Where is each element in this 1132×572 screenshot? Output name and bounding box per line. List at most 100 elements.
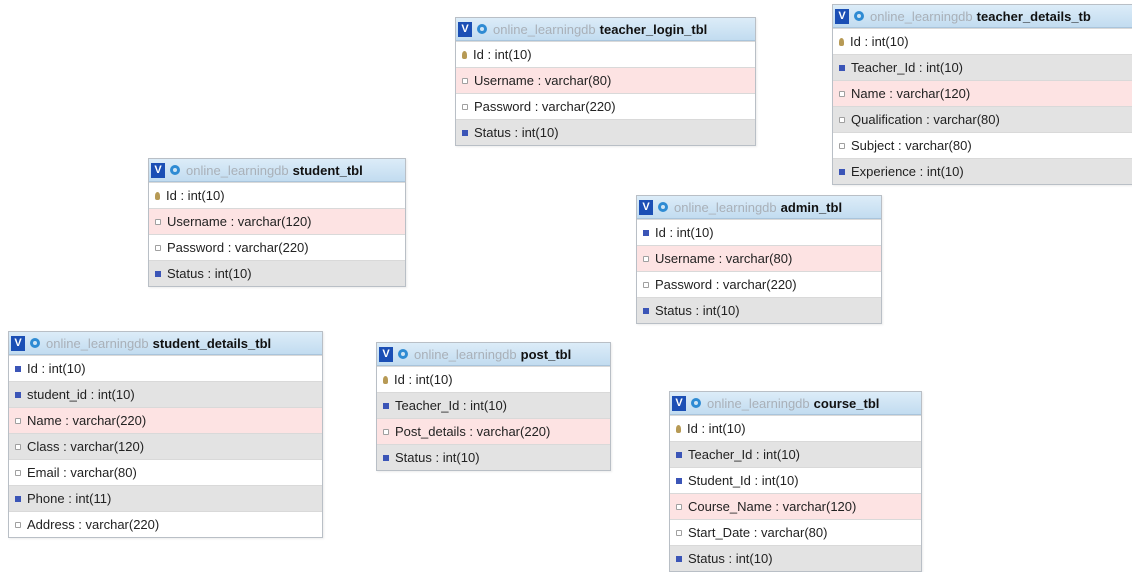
column-row[interactable]: Class : varchar(120) [9,433,322,459]
column-label: Id : int(10) [850,34,909,49]
column-row[interactable]: Status : int(10) [377,444,610,470]
text-column-icon [676,529,682,536]
toggle-columns-icon[interactable]: V [151,162,165,178]
column-row[interactable]: Phone : int(11) [9,485,322,511]
text-column-icon [15,469,21,476]
toggle-columns-icon[interactable]: V [11,335,25,351]
database-name: online_learningdb [674,199,777,215]
toggle-columns-icon[interactable]: V [835,8,849,24]
column-label: Student_Id : int(10) [688,473,799,488]
table-header[interactable]: Vonline_learningdb student_tbl [149,159,405,182]
column-label: Username : varchar(120) [167,214,312,229]
table-admin-tbl[interactable]: Vonline_learningdb admin_tbl Id : int(10) U… [636,195,882,324]
column-label: Status : int(10) [395,450,480,465]
column-row[interactable]: Experience : int(10) [833,158,1132,184]
numeric-column-icon [383,454,389,461]
toggle-columns-icon[interactable]: V [458,21,472,37]
column-row[interactable]: Status : int(10) [637,297,881,323]
column-row[interactable]: Teacher_Id : int(10) [377,392,610,418]
column-label: Username : varchar(80) [474,73,612,88]
primary-key-icon [155,191,160,200]
column-row[interactable]: Course_Name : varchar(120) [670,493,921,519]
column-row[interactable]: Subject : varchar(80) [833,132,1132,158]
table-post-tbl[interactable]: Vonline_learningdb post_tbl Id : int(10) Te… [376,342,611,471]
column-label: Status : int(10) [688,551,773,566]
column-row[interactable]: Start_Date : varchar(80) [670,519,921,545]
column-row[interactable]: Id : int(10) [833,28,1132,54]
table-header[interactable]: Vonline_learningdb admin_tbl [637,196,881,219]
column-label: Teacher_Id : int(10) [688,447,801,462]
text-column-icon [462,103,468,110]
text-column-icon [462,77,468,84]
column-row[interactable]: Name : varchar(220) [9,407,322,433]
column-label: Id : int(10) [27,361,86,376]
table-name: student_details_tbl [152,335,272,351]
column-label: Username : varchar(80) [655,251,793,266]
column-row[interactable]: Teacher_Id : int(10) [670,441,921,467]
column-row[interactable]: Id : int(10) [670,415,921,441]
table-name: teacher_details_tb [976,8,1091,24]
text-column-icon [839,116,845,123]
table-header[interactable]: Vonline_learningdb student_details_tbl [9,332,322,355]
table-header[interactable]: Vonline_learningdb course_tbl [670,392,921,415]
column-row[interactable]: student_id : int(10) [9,381,322,407]
table-options-icon[interactable] [854,11,864,21]
numeric-column-icon [643,307,649,314]
column-row[interactable]: Password : varchar(220) [637,271,881,297]
table-name: course_tbl [813,395,880,411]
column-row[interactable]: Status : int(10) [149,260,405,286]
numeric-column-icon [839,64,845,71]
table-options-icon[interactable] [30,338,40,348]
toggle-columns-icon[interactable]: V [639,199,653,215]
column-row[interactable]: Address : varchar(220) [9,511,322,537]
table-teacher-login-tbl[interactable]: Vonline_learningdb teacher_login_tbl Id : … [455,17,756,146]
column-row[interactable]: Post_details : varchar(220) [377,418,610,444]
table-options-icon[interactable] [398,349,408,359]
toggle-columns-icon[interactable]: V [379,346,393,362]
table-options-icon[interactable] [477,24,487,34]
toggle-columns-icon[interactable]: V [672,395,686,411]
column-row[interactable]: Username : varchar(120) [149,208,405,234]
column-label: Name : varchar(120) [851,86,971,101]
column-row[interactable]: Qualification : varchar(80) [833,106,1132,132]
column-row[interactable]: Id : int(10) [456,41,755,67]
column-row[interactable]: Password : varchar(220) [149,234,405,260]
column-row[interactable]: Teacher_Id : int(10) [833,54,1132,80]
column-label: Post_details : varchar(220) [395,424,551,439]
column-label: Id : int(10) [166,188,225,203]
numeric-column-icon [839,168,845,175]
column-row[interactable]: Id : int(10) [377,366,610,392]
column-label: Email : varchar(80) [27,465,137,480]
database-name: online_learningdb [493,21,596,37]
column-row[interactable]: Name : varchar(120) [833,80,1132,106]
table-header[interactable]: Vonline_learningdb teacher_login_tbl [456,18,755,41]
column-row[interactable]: Username : varchar(80) [637,245,881,271]
column-label: Experience : int(10) [851,164,964,179]
column-row[interactable]: Email : varchar(80) [9,459,322,485]
text-column-icon [15,521,21,528]
column-row[interactable]: Student_Id : int(10) [670,467,921,493]
numeric-column-icon [676,477,682,484]
column-label: Password : varchar(220) [655,277,797,292]
table-student-details-tbl[interactable]: Vonline_learningdb student_details_tbl Id … [8,331,323,538]
table-options-icon[interactable] [658,202,668,212]
column-row[interactable]: Status : int(10) [670,545,921,571]
table-options-icon[interactable] [170,165,180,175]
column-row[interactable]: Id : int(10) [637,219,881,245]
text-column-icon [15,417,21,424]
primary-key-icon [676,424,681,433]
table-student-tbl[interactable]: Vonline_learningdb student_tbl Id : int(10… [148,158,406,287]
table-course-tbl[interactable]: Vonline_learningdb course_tbl Id : int(10)… [669,391,922,572]
table-header[interactable]: Vonline_learningdb post_tbl [377,343,610,366]
column-row[interactable]: Username : varchar(80) [456,67,755,93]
table-teacher-details-tb[interactable]: Vonline_learningdb teacher_details_tb Id :… [832,4,1132,185]
table-header[interactable]: Vonline_learningdb teacher_details_tb [833,5,1132,28]
column-label: Start_Date : varchar(80) [688,525,828,540]
column-row[interactable]: Id : int(10) [9,355,322,381]
table-options-icon[interactable] [691,398,701,408]
column-label: Course_Name : varchar(120) [688,499,857,514]
column-row[interactable]: Status : int(10) [456,119,755,145]
column-row[interactable]: Password : varchar(220) [456,93,755,119]
numeric-column-icon [155,270,161,277]
column-row[interactable]: Id : int(10) [149,182,405,208]
